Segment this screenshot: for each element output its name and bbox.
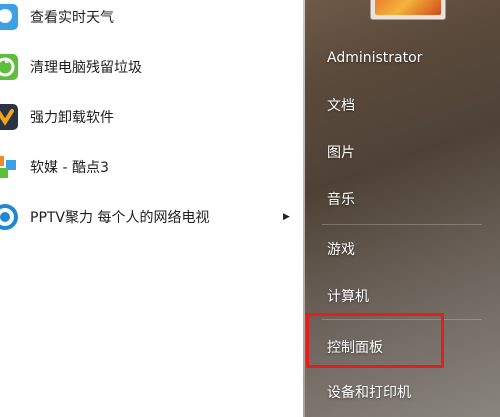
program-item-cleanup[interactable]: 清理电脑残留垃圾: [0, 44, 303, 90]
program-label: 清理电脑残留垃圾: [30, 60, 142, 76]
places-separator: [322, 224, 482, 225]
uninstall-icon: [0, 104, 18, 130]
program-item-kudian[interactable]: 软媒 - 酷点3: [0, 144, 303, 190]
place-label: 设备和打印机: [327, 385, 411, 401]
pane-divider: [303, 0, 305, 417]
place-label: 音乐: [327, 192, 355, 208]
place-item-music[interactable]: 音乐: [306, 182, 496, 216]
place-item-computer[interactable]: 计算机: [306, 279, 496, 313]
place-label: 文档: [327, 98, 355, 114]
user-picture[interactable]: [370, 0, 446, 20]
recycle-icon: [0, 54, 18, 80]
cubes-icon: [0, 156, 16, 178]
place-item-devices-printers[interactable]: 设备和打印机: [306, 375, 496, 409]
program-item-weather[interactable]: 查看实时天气: [0, 0, 303, 40]
program-label: 强力卸载软件: [30, 110, 114, 126]
place-label: 图片: [327, 145, 355, 161]
place-label: 游戏: [327, 242, 355, 258]
program-label: 软媒 - 酷点3: [30, 160, 109, 176]
place-item-pictures[interactable]: 图片: [306, 135, 496, 169]
place-item-games[interactable]: 游戏: [306, 232, 496, 266]
user-avatar-image: [375, 0, 441, 15]
place-item-administrator[interactable]: Administrator: [306, 41, 496, 75]
program-label: PPTV聚力 每个人的网络电视: [30, 210, 210, 226]
place-item-documents[interactable]: 文档: [306, 88, 496, 122]
place-label: 计算机: [327, 289, 369, 305]
weather-icon: [0, 4, 18, 30]
program-item-pptv[interactable]: PPTV聚力 每个人的网络电视 ▶: [0, 194, 303, 240]
place-label: Administrator: [327, 50, 423, 66]
program-label: 查看实时天气: [30, 10, 114, 26]
submenu-arrow-icon: ▶: [283, 212, 290, 222]
highlight-box: [306, 313, 444, 368]
programs-pane: 查看实时天气 清理电脑残留垃圾 强力卸载软件 软媒 - 酷点3 PPTV聚力 每…: [0, 0, 303, 417]
program-item-uninstall[interactable]: 强力卸载软件: [0, 94, 303, 140]
pptv-icon: [0, 204, 18, 230]
